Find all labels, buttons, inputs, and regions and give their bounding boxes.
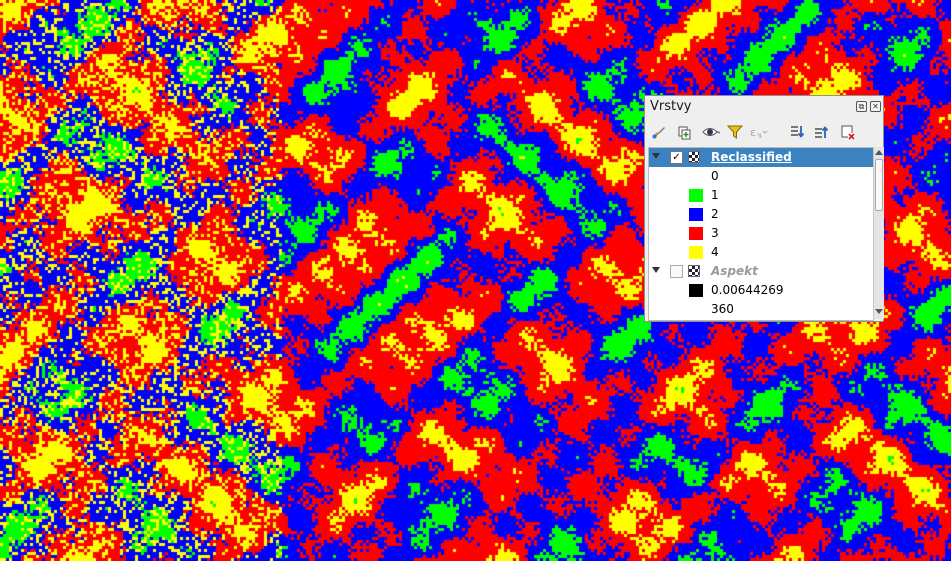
- svg-text:↯: ↯: [757, 132, 763, 140]
- legend-label: 4: [711, 245, 719, 259]
- legend-item: 360: [649, 300, 873, 319]
- legend-swatch: [689, 284, 703, 297]
- legend-item: 0: [649, 167, 873, 186]
- paint-brush-icon[interactable]: [649, 122, 669, 142]
- layer-item-aspekt[interactable]: Aspekt: [649, 262, 873, 281]
- legend-item: 3: [649, 224, 873, 243]
- layer-item-reclassified[interactable]: ✓ Reclassified: [649, 148, 873, 167]
- layer-visibility-checkbox[interactable]: [670, 265, 683, 278]
- panel-toolbar: ε ↯: [645, 118, 883, 146]
- legend-label: 3: [711, 226, 719, 240]
- legend-swatch: [689, 246, 703, 259]
- legend-item: 0.00644269: [649, 281, 873, 300]
- expand-all-icon[interactable]: [787, 122, 807, 142]
- scroll-up-icon[interactable]: [875, 150, 883, 155]
- legend-label: 360: [711, 302, 734, 316]
- legend-swatch: [689, 208, 703, 221]
- scroll-thumb[interactable]: [875, 159, 883, 211]
- raster-layer-icon: [688, 151, 700, 163]
- add-group-icon[interactable]: [674, 122, 694, 142]
- layer-name: Reclassified: [711, 150, 792, 164]
- legend-label: 0: [711, 169, 719, 183]
- remove-layer-icon[interactable]: [838, 122, 858, 142]
- legend-label: 2: [711, 207, 719, 221]
- layers-panel: Vrstvy ⧉ ✕ ε ↯ ✓ Reclassified 0 1 2 3 4 …: [644, 95, 884, 322]
- filter-icon[interactable]: [725, 122, 745, 142]
- expander-icon[interactable]: [652, 153, 660, 159]
- expander-icon[interactable]: [652, 267, 660, 273]
- legend-label: 1: [711, 188, 719, 202]
- vertical-scrollbar[interactable]: [873, 147, 884, 319]
- svg-text:ε: ε: [750, 126, 756, 139]
- float-panel-icon[interactable]: ⧉: [856, 101, 867, 112]
- layer-visibility-checkbox[interactable]: ✓: [670, 151, 683, 164]
- eye-icon[interactable]: [701, 122, 721, 142]
- legend-item: 2: [649, 205, 873, 224]
- legend-item: 1: [649, 186, 873, 205]
- filter-expression-icon[interactable]: ε ↯: [749, 122, 769, 142]
- legend-item: 4: [649, 243, 873, 262]
- legend-label: 0.00644269: [711, 283, 784, 297]
- layer-tree[interactable]: ✓ Reclassified 0 1 2 3 4 Aspekt 0.006442…: [648, 147, 874, 321]
- scroll-down-icon[interactable]: [875, 309, 883, 314]
- panel-title: Vrstvy: [650, 99, 692, 114]
- panel-titlebar: Vrstvy ⧉ ✕: [645, 96, 883, 118]
- close-icon[interactable]: ✕: [870, 101, 881, 112]
- collapse-all-icon[interactable]: [811, 122, 831, 142]
- raster-layer-icon: [688, 265, 700, 277]
- legend-swatch: [689, 227, 703, 240]
- legend-swatch: [689, 189, 703, 202]
- layer-name: Aspekt: [711, 264, 758, 278]
